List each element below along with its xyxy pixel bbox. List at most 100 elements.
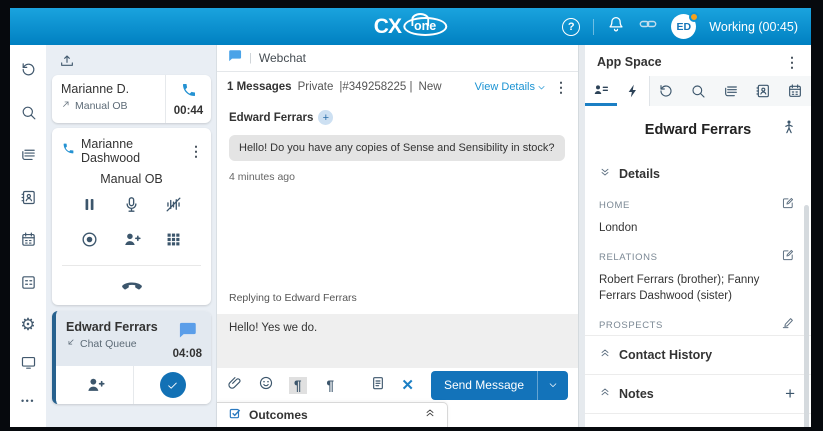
send-options-chevron-icon[interactable] [538, 371, 568, 400]
section-contact-history-label: Contact History [619, 348, 712, 362]
agent-status-label[interactable]: Working (00:45) [709, 20, 798, 34]
upload-icon[interactable] [52, 51, 211, 75]
phone-icon [181, 82, 197, 103]
outcomes-label: Outcomes [249, 408, 308, 422]
active-chat-card[interactable]: Edward Ferrars Chat Queue 04:08 [52, 311, 211, 404]
more-options-icon[interactable]: ••• [21, 396, 35, 406]
chat-card-actions [56, 366, 211, 404]
tab-customer-card[interactable] [585, 76, 617, 106]
conversation-status: New [419, 81, 442, 93]
mute-mic-button[interactable] [122, 195, 141, 219]
message-count: 1 Messages [227, 81, 292, 93]
expand-chevrons-icon[interactable] [424, 406, 436, 424]
section-notes-label: Notes [619, 387, 654, 401]
section-channels[interactable]: Channels [585, 413, 811, 427]
details-section-header[interactable]: Details [585, 150, 811, 185]
field-prospects-row: PROSPECTS [599, 316, 795, 335]
accept-check-button[interactable] [160, 372, 186, 398]
app-space-title: App Space [597, 55, 662, 69]
section-notes[interactable]: Notes + [585, 374, 811, 413]
hangup-button[interactable] [52, 266, 211, 301]
send-message-label: Send Message [431, 371, 537, 400]
help-icon[interactable]: ? [562, 18, 580, 36]
view-details-link[interactable]: View Details [475, 81, 546, 93]
compose-toolbar: ¶ ¶ ✕ Send Message [217, 368, 578, 402]
close-icon[interactable]: ✕ [401, 376, 414, 394]
chat-queue-row: Chat Queue [66, 337, 158, 350]
inbound-message-bubble: Hello! Do you have any copies of Sense a… [229, 135, 565, 161]
app-space-header: App Space ⋮ [585, 45, 811, 76]
customer-person-icon[interactable] [781, 119, 797, 140]
queued-skill-label: Manual OB [75, 100, 128, 112]
customer-card-header: Edward Ferrars [585, 106, 811, 150]
channel-name: Webchat [259, 51, 306, 65]
queued-contact-card[interactable]: Marianne D. Manual OB 00:44 [52, 75, 211, 123]
top-bar: CX one ? ED Working (00:45) [10, 8, 811, 45]
add-participant-button[interactable] [122, 230, 141, 254]
queue-icon[interactable] [20, 146, 37, 168]
send-message-button[interactable]: Send Message [431, 371, 568, 400]
tab-address-book[interactable] [747, 76, 779, 106]
keypad-button[interactable] [164, 230, 183, 254]
calendar-icon[interactable] [20, 231, 37, 253]
section-channels-label: Channels [619, 426, 675, 427]
search-icon[interactable] [20, 104, 37, 126]
call-made-icon [61, 99, 71, 112]
topbar-divider [593, 19, 594, 35]
hold-pause-button[interactable] [80, 195, 99, 219]
notes-clipboard-icon[interactable] [370, 375, 386, 396]
reply-input[interactable]: Hello! Yes we do. [217, 314, 578, 368]
tab-calendar[interactable] [779, 76, 811, 106]
edit-icon[interactable] [781, 196, 795, 215]
chat-queue-label: Chat Queue [80, 338, 137, 350]
cxone-logo: CX one [374, 8, 447, 45]
active-call-card: Marianne Dashwood ⋮ Manual OB [52, 128, 211, 305]
paragraph-ltr-icon[interactable]: ¶ [289, 377, 307, 394]
participant-name: Edward Ferrars [229, 112, 313, 124]
tab-search[interactable] [682, 76, 714, 106]
add-note-icon[interactable]: + [785, 387, 795, 401]
left-nav-rail: ⚙ ••• [10, 45, 46, 427]
queued-contact-name: Marianne D. [61, 82, 165, 96]
user-avatar[interactable]: ED [671, 14, 696, 39]
mask-recording-button[interactable] [164, 195, 183, 219]
settings-gear-icon[interactable]: ⚙ [20, 316, 35, 333]
notifications-bell-icon[interactable] [607, 15, 625, 38]
conversation-kebab-icon[interactable]: ⋮ [554, 81, 568, 93]
customer-name: Edward Ferrars [599, 122, 781, 138]
edit-icon[interactable] [781, 248, 795, 267]
tab-history[interactable] [649, 76, 682, 106]
field-prospects: PROSPECTS [585, 305, 811, 335]
queued-contact-info: Marianne D. Manual OB [52, 75, 165, 123]
privacy-label: Private [298, 81, 334, 93]
screen-monitor-icon[interactable] [20, 354, 37, 376]
address-book-icon[interactable] [20, 189, 37, 211]
schedule-icon[interactable] [20, 274, 37, 296]
message-area: Edward Ferrars + Hello! Do you have any … [217, 102, 578, 314]
add-participant-chip-icon[interactable]: + [318, 110, 333, 125]
edit-pencil-icon[interactable] [781, 316, 795, 335]
call-menu-kebab-icon[interactable]: ⋮ [189, 145, 205, 157]
history-icon[interactable] [20, 61, 37, 83]
topbar-actions: ? ED Working (00:45) [562, 14, 811, 39]
tab-quick-actions[interactable] [617, 76, 649, 106]
app-space-kebab-icon[interactable]: ⋮ [785, 56, 799, 68]
scrollbar-thumb[interactable] [804, 205, 809, 427]
panel-resize-gutter[interactable] [578, 45, 585, 427]
paragraph-rtl-icon[interactable]: ¶ [322, 377, 340, 394]
tab-queue[interactable] [715, 76, 747, 106]
participant-row: Edward Ferrars + [229, 110, 566, 125]
chat-accept-zone [134, 366, 211, 404]
attachment-icon[interactable] [227, 375, 243, 396]
outcomes-bar[interactable]: Outcomes [217, 402, 448, 427]
field-home: HOME London [585, 185, 811, 237]
link-status-icon[interactable] [638, 14, 658, 39]
chat-add-participant-button[interactable] [56, 366, 134, 404]
main-area: ⚙ ••• Marianne D. Manual OB [10, 45, 811, 427]
inbound-arrow-icon [66, 337, 76, 350]
meta-actions: View Details ⋮ [475, 81, 568, 93]
section-contact-history[interactable]: Contact History [585, 335, 811, 374]
field-home-value: London [599, 220, 795, 237]
record-button[interactable] [80, 230, 99, 254]
emoji-icon[interactable] [258, 375, 274, 396]
